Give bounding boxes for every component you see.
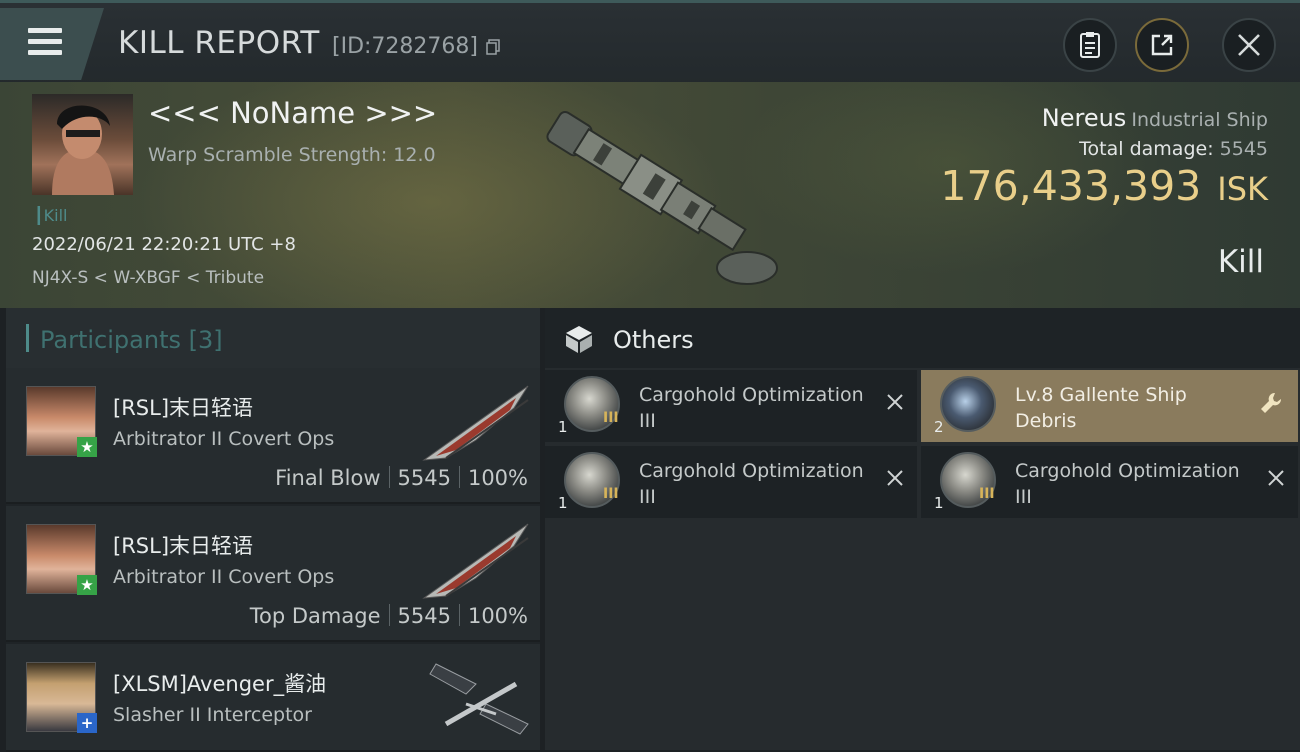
item-tier: III <box>979 486 995 502</box>
participant-avatar[interactable]: + <box>26 662 97 733</box>
participant-name: [RSL]末日轻语 <box>113 396 254 420</box>
kill-timestamp: 2022/06/21 22:20:21 UTC +8 <box>32 234 296 255</box>
page-title: KILL REPORT <box>118 25 320 61</box>
victim-name[interactable]: <<< NoName >>> <box>148 96 437 130</box>
close-button[interactable] <box>1222 18 1276 72</box>
others-title: Others <box>613 326 694 354</box>
plus-badge-icon: + <box>77 713 97 733</box>
participant-stats: Final Blow 5545 100% <box>275 466 528 490</box>
menu-button[interactable] <box>0 8 104 80</box>
isk-unit: ISK <box>1217 170 1268 208</box>
ship-name[interactable]: Nereus <box>1042 104 1127 132</box>
star-badge-icon: ★ <box>77 437 97 457</box>
participant-row[interactable]: ★ [RSL]末日轻语 Arbitrator II Covert Ops Top… <box>6 506 540 642</box>
close-icon <box>1238 34 1260 56</box>
participant-role: Final Blow <box>275 466 381 490</box>
copy-icon[interactable] <box>486 39 500 55</box>
item-name: Lv.8 Gallente Ship Debris <box>1015 384 1187 432</box>
loot-item-highlighted[interactable]: 2 Lv.8 Gallente Ship Debris <box>921 370 1298 442</box>
participant-ship: Arbitrator II Covert Ops <box>113 566 335 588</box>
isk-value-row: 176,433,393 ISK <box>940 162 1268 210</box>
participants-title: Participants [3] <box>40 326 223 354</box>
remove-icon[interactable] <box>885 468 905 488</box>
loot-item[interactable]: 1 III Cargohold Optimization III <box>545 446 917 518</box>
clipboard-icon <box>1080 32 1100 58</box>
loot-item[interactable]: 1 III Cargohold Optimization III <box>921 446 1298 518</box>
menu-icon <box>28 28 62 61</box>
share-button[interactable] <box>1135 18 1189 72</box>
participant-ship: Arbitrator II Covert Ops <box>113 428 335 450</box>
isk-value: 176,433,393 <box>940 162 1202 210</box>
participant-row[interactable]: + [XLSM]Avenger_酱油 Slasher II Intercepto… <box>6 644 540 752</box>
item-quantity: 1 <box>558 418 568 436</box>
participant-ship-image <box>422 523 529 599</box>
clipboard-button[interactable] <box>1063 18 1117 72</box>
item-tier: III <box>603 410 619 426</box>
victim-banner: <<< NoName >>> Warp Scramble Strength: 1… <box>0 82 1300 308</box>
participant-percent: 100% <box>467 466 528 490</box>
participant-avatar[interactable]: ★ <box>26 524 97 595</box>
participant-name: [XLSM]Avenger_酱油 <box>113 672 327 696</box>
participant-name: [RSL]末日轻语 <box>113 534 254 558</box>
kill-tag: ┃Kill <box>34 206 68 225</box>
others-header: Others <box>545 308 1300 368</box>
loot-item[interactable]: 1 III Cargohold Optimization III <box>545 370 917 442</box>
participant-row[interactable]: ★ [RSL]末日轻语 Arbitrator II Covert Ops Fin… <box>6 368 540 504</box>
participant-stats: Top Damage 5545 100% <box>250 604 528 628</box>
ship-debris-icon <box>940 376 996 432</box>
item-name: Cargohold Optimization III <box>639 384 864 432</box>
item-tier: III <box>603 486 619 502</box>
participant-avatar[interactable]: ★ <box>26 386 97 457</box>
section-marker <box>26 324 29 352</box>
item-quantity: 1 <box>558 494 568 512</box>
item-name: Cargohold Optimization III <box>1015 460 1240 508</box>
star-badge-icon: ★ <box>77 575 97 595</box>
ship-render-image <box>546 110 778 285</box>
kill-location: NJ4X-S < W-XBGF < Tribute <box>32 268 265 288</box>
warp-scramble-strength: Warp Scramble Strength: 12.0 <box>148 144 436 166</box>
item-quantity: 1 <box>934 494 944 512</box>
item-name: Cargohold Optimization III <box>639 460 864 508</box>
participant-ship-image <box>422 385 529 461</box>
others-panel: Others 1 III Cargohold Optimization III … <box>545 308 1300 750</box>
ship-info: Nereus Industrial Ship Total damage: 554… <box>940 104 1268 210</box>
item-quantity: 2 <box>934 418 944 436</box>
kill-id: [ID:7282768] <box>332 34 478 59</box>
total-damage: Total damage: 5545 <box>940 138 1268 160</box>
kill-result: Kill <box>1217 244 1264 280</box>
victim-avatar-image <box>52 105 114 195</box>
header-bar: KILL REPORT [ID:7282768] <box>0 0 1300 85</box>
participant-damage: 5545 <box>397 466 451 490</box>
participant-role: Top Damage <box>249 604 381 628</box>
share-icon <box>1151 34 1173 56</box>
participant-ship-image <box>429 663 529 735</box>
participants-header: Participants [3] <box>6 308 540 368</box>
participant-damage: 5545 <box>397 604 451 628</box>
ship-class: Industrial Ship <box>1131 109 1268 131</box>
remove-icon[interactable] <box>1266 468 1286 488</box>
wrench-icon[interactable] <box>1258 390 1284 416</box>
remove-icon[interactable] <box>885 392 905 412</box>
victim-portrait[interactable] <box>32 94 133 195</box>
cube-icon <box>566 326 592 353</box>
total-damage-label: Total damage: <box>1079 138 1214 160</box>
total-damage-value: 5545 <box>1219 138 1268 160</box>
participant-ship: Slasher II Interceptor <box>113 704 312 726</box>
participant-percent: 100% <box>467 604 528 628</box>
participants-panel: Participants [3] ★ [RSL]末日轻语 Arbitrator … <box>6 308 540 752</box>
